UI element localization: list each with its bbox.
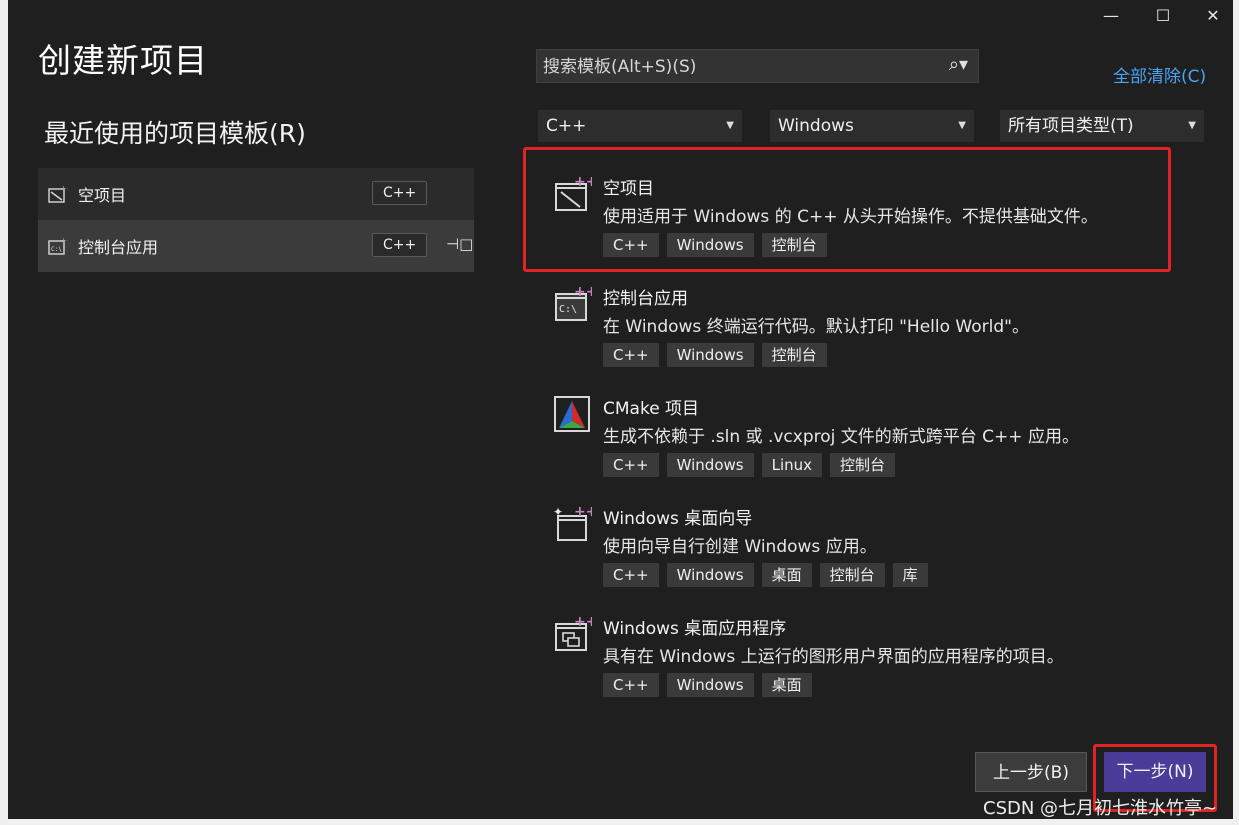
cmake-icon (554, 396, 590, 432)
tag: C++ (603, 673, 659, 697)
selection-highlight (523, 147, 1171, 272)
template-description: 生成不依赖于 .sln 或 .vcxproj 文件的新式跨平台 C++ 应用。 (603, 427, 1079, 447)
watermark: CSDN @七月初七淮水竹亭~ (983, 798, 1218, 819)
template-name: 控制台应用 (603, 289, 688, 309)
recent-templates-heading: 最近使用的项目模板(R) (44, 119, 306, 148)
svg-text:✦: ✦ (553, 505, 563, 519)
tag: Windows (666, 343, 754, 367)
tag: Windows (666, 453, 754, 477)
tag: C++ (603, 563, 659, 587)
template-description: 使用向导自行创建 Windows 应用。 (603, 537, 877, 557)
language-filter-select[interactable]: C++ ▼ (538, 110, 742, 142)
chevron-down-icon: ▼ (958, 120, 966, 131)
template-tags: C++ Windows 桌面 控制台 库 (603, 563, 928, 587)
tag: C++ (603, 343, 659, 367)
page-title: 创建新项目 (38, 41, 208, 80)
desktop-wizard-icon: ✦ ++ (553, 504, 592, 541)
tag: Windows (666, 673, 754, 697)
svg-text:C:\: C:\ (51, 246, 62, 253)
chevron-down-icon: ▼ (1188, 120, 1196, 131)
svg-text:C:\: C:\ (559, 304, 577, 315)
svg-text:++: ++ (574, 614, 592, 630)
recent-templates-list: ++ 空项目 C++ C:\ ++ 控制台应用 C++ ⊣□ (38, 168, 474, 272)
template-tags: C++ Windows 控制台 (603, 343, 827, 367)
project-type-filter-value: 所有项目类型(T) (1008, 116, 1134, 136)
tag: C++ (603, 453, 659, 477)
tag: 控制台 (830, 453, 896, 477)
template-description: 在 Windows 终端运行代码。默认打印 "Hello World"。 (603, 317, 1029, 337)
recent-item-empty-project[interactable]: ++ 空项目 C++ (38, 168, 474, 220)
tag: Linux (761, 453, 823, 477)
tag: 桌面 (761, 563, 812, 587)
language-tag: C++ (372, 233, 428, 257)
console-app-icon: C:\ ++ (48, 236, 68, 255)
template-cmake-project[interactable]: CMake 项目 生成不依赖于 .sln 或 .vcxproj 文件的新式跨平台… (548, 394, 1158, 480)
template-tags: C++ Windows Linux 控制台 (603, 453, 896, 477)
tag: 控制台 (761, 343, 827, 367)
template-name: CMake 项目 (603, 399, 700, 419)
tag: 库 (892, 563, 928, 587)
template-name: Windows 桌面向导 (603, 509, 753, 529)
empty-project-icon: ++ (48, 184, 68, 203)
maximize-button[interactable]: ☐ (1143, 4, 1183, 28)
search-icon[interactable]: ⌕▾ (949, 54, 968, 75)
pin-icon[interactable]: ⊣□ (446, 235, 473, 253)
tag: Windows (666, 563, 754, 587)
language-filter-value: C++ (546, 116, 587, 136)
search-input[interactable] (537, 50, 935, 84)
template-desktop-wizard[interactable]: ✦ ++ Windows 桌面向导 使用向导自行创建 Windows 应用。 C… (548, 504, 1158, 590)
create-project-dialog: — ☐ ✕ 创建新项目 最近使用的项目模板(R) ++ 空项目 C++ C:\ … (8, 0, 1233, 820)
language-tag: C++ (372, 181, 428, 205)
recent-item-label: 空项目 (78, 186, 127, 205)
back-button[interactable]: 上一步(B) (975, 752, 1087, 792)
clear-all-link[interactable]: 全部清除(C) (1113, 62, 1206, 87)
svg-text:++: ++ (60, 184, 68, 193)
tag: 控制台 (819, 563, 885, 587)
project-type-filter-select[interactable]: 所有项目类型(T) ▼ (1000, 110, 1204, 142)
background-edge-left (0, 0, 8, 825)
recent-item-console-app[interactable]: C:\ ++ 控制台应用 C++ ⊣□ (38, 220, 474, 272)
svg-text:++: ++ (60, 236, 68, 245)
template-tags: C++ Windows 桌面 (603, 673, 812, 697)
minimize-button[interactable]: — (1091, 4, 1131, 28)
platform-filter-value: Windows (778, 116, 854, 136)
svg-text:++: ++ (574, 504, 592, 520)
svg-text:++: ++ (574, 284, 592, 300)
desktop-app-icon: ++ (555, 614, 592, 651)
template-console-app[interactable]: C:\ ++ 控制台应用 在 Windows 终端运行代码。默认打印 "Hell… (548, 284, 1158, 370)
background-edge-bottom (0, 819, 1239, 825)
recent-item-label: 控制台应用 (78, 238, 159, 257)
template-desktop-app[interactable]: ++ Windows 桌面应用程序 具有在 Windows 上运行的图形用户界面… (548, 614, 1158, 700)
template-name: Windows 桌面应用程序 (603, 619, 787, 639)
tag: 桌面 (761, 673, 812, 697)
close-button[interactable]: ✕ (1193, 4, 1233, 28)
search-box: ⌕▾ (536, 49, 979, 84)
console-app-icon: C:\ ++ (555, 284, 592, 321)
template-description: 具有在 Windows 上运行的图形用户界面的应用程序的项目。 (603, 647, 1064, 667)
platform-filter-select[interactable]: Windows ▼ (770, 110, 974, 142)
chevron-down-icon: ▼ (726, 120, 734, 131)
